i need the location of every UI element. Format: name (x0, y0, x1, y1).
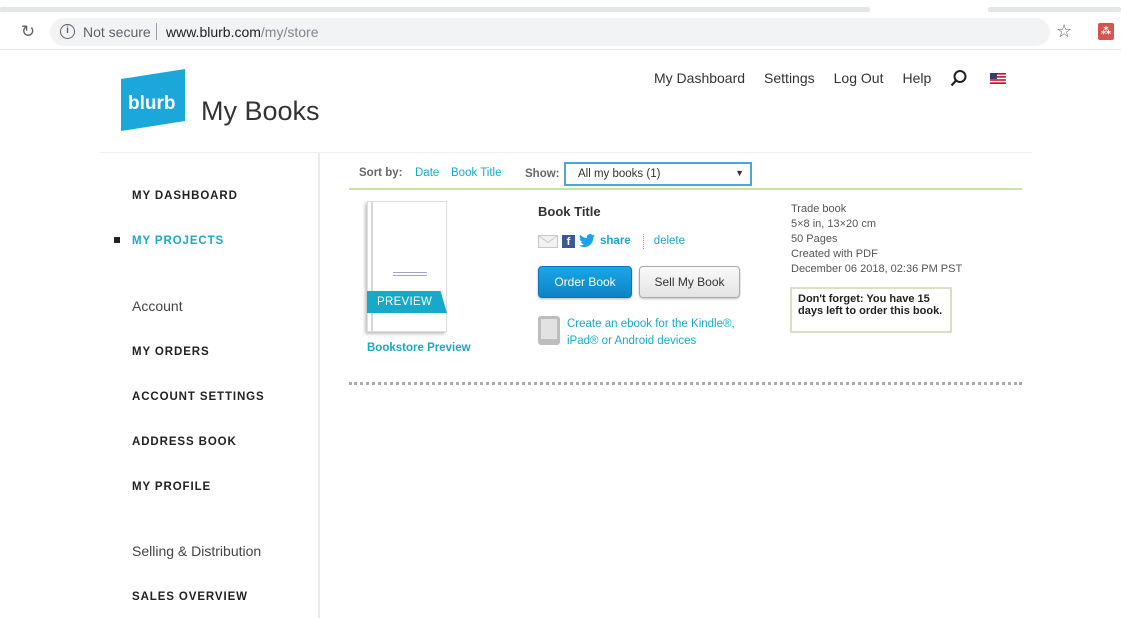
list-bottom-divider (349, 382, 1022, 385)
nav-log-out[interactable]: Log Out (834, 70, 884, 86)
email-icon[interactable] (538, 234, 558, 248)
book-size: 5×8 in, 13×20 cm (791, 218, 877, 230)
book-format: Trade book (791, 203, 847, 215)
browser-tabstrip (0, 0, 1121, 14)
book-pages: 50 Pages (791, 233, 838, 245)
omnibox-divider (156, 23, 157, 40)
book-title: Book Title (538, 204, 601, 219)
tab-strip-bar (0, 7, 870, 12)
sidebar-item-my-profile[interactable]: MY PROFILE (132, 481, 211, 493)
sidebar-item-account-settings[interactable]: ACCOUNT SETTINGS (132, 391, 265, 403)
show-filter-select[interactable]: All my books (1) ▼ (564, 162, 752, 186)
share-link[interactable]: share (600, 235, 631, 247)
url-text[interactable]: www.blurb.com/my/store (166, 24, 319, 40)
create-ebook-link-line2[interactable]: iPad® or Android devices (567, 335, 696, 347)
book-created-with: Created with PDF (791, 248, 878, 260)
sidebar: MY DASHBOARD MY PROJECTS Account MY ORDE… (100, 153, 320, 618)
security-label: Not secure (83, 24, 151, 40)
ebook-reader-icon (538, 316, 560, 345)
facebook-icon[interactable]: f (562, 234, 575, 248)
share-divider (642, 233, 644, 249)
pdf-extension-icon[interactable]: ⁂ (1098, 23, 1114, 40)
url-path: /my/store (260, 24, 319, 40)
nav-my-dashboard[interactable]: My Dashboard (654, 70, 745, 86)
sidebar-item-address-book[interactable]: ADDRESS BOOK (132, 436, 237, 448)
sidebar-item-my-projects[interactable]: MY PROJECTS (132, 235, 224, 247)
show-filter-value: All my books (1) (578, 168, 661, 180)
share-row: f share delete (538, 233, 685, 249)
create-ebook-link-line1[interactable]: Create an ebook for the Kindle®, (567, 318, 735, 330)
search-icon[interactable] (950, 69, 968, 87)
order-book-button[interactable]: Order Book (538, 266, 632, 298)
sort-by-title-link[interactable]: Book Title (451, 167, 502, 179)
sort-label: Sort by: (359, 167, 403, 179)
twitter-icon[interactable] (579, 234, 595, 248)
top-nav: My Dashboard Settings Log Out Help (654, 69, 1007, 87)
page-title: My Books (201, 96, 320, 126)
active-bullet (114, 237, 120, 243)
reload-icon[interactable]: ↻ (18, 22, 38, 42)
address-bar[interactable]: i Not secure www.blurb.com/my/store (50, 18, 1050, 46)
preview-badge[interactable]: PREVIEW (367, 291, 447, 313)
us-flag-icon[interactable] (990, 72, 1007, 84)
book-date: December 06 2018, 02:36 PM PST (791, 263, 963, 275)
bookstore-preview-link[interactable]: Bookstore Preview (367, 342, 471, 354)
cover-title-lines (393, 272, 427, 278)
sidebar-heading-selling: Selling & Distribution (132, 543, 262, 559)
sidebar-item-sales-overview[interactable]: SALES OVERVIEW (132, 591, 248, 603)
order-reminder: Don't forget: You have 15 days left to o… (790, 287, 952, 333)
sidebar-item-my-dashboard[interactable]: MY DASHBOARD (132, 190, 238, 202)
url-host: www.blurb.com (166, 24, 261, 40)
delete-link[interactable]: delete (654, 235, 685, 247)
browser-toolbar: ↻ i Not secure www.blurb.com/my/store ☆ … (0, 14, 1121, 50)
tab-strip-bar-right (988, 7, 1121, 12)
nav-help[interactable]: Help (902, 70, 931, 86)
sort-bar: Sort by: Date Book Title Show: All my bo… (349, 160, 1022, 190)
sidebar-heading-account: Account (132, 298, 183, 314)
show-label: Show: (525, 168, 560, 180)
sidebar-item-my-orders[interactable]: MY ORDERS (132, 346, 210, 358)
logo-text: blurb (128, 93, 176, 114)
sell-my-book-button[interactable]: Sell My Book (639, 266, 740, 298)
nav-settings[interactable]: Settings (764, 70, 815, 86)
sort-by-date-link[interactable]: Date (415, 167, 439, 179)
blurb-logo[interactable]: blurb (121, 69, 185, 131)
bookmark-star-icon[interactable]: ☆ (1056, 21, 1072, 42)
info-icon[interactable]: i (60, 24, 75, 39)
chevron-down-icon: ▼ (735, 168, 744, 178)
